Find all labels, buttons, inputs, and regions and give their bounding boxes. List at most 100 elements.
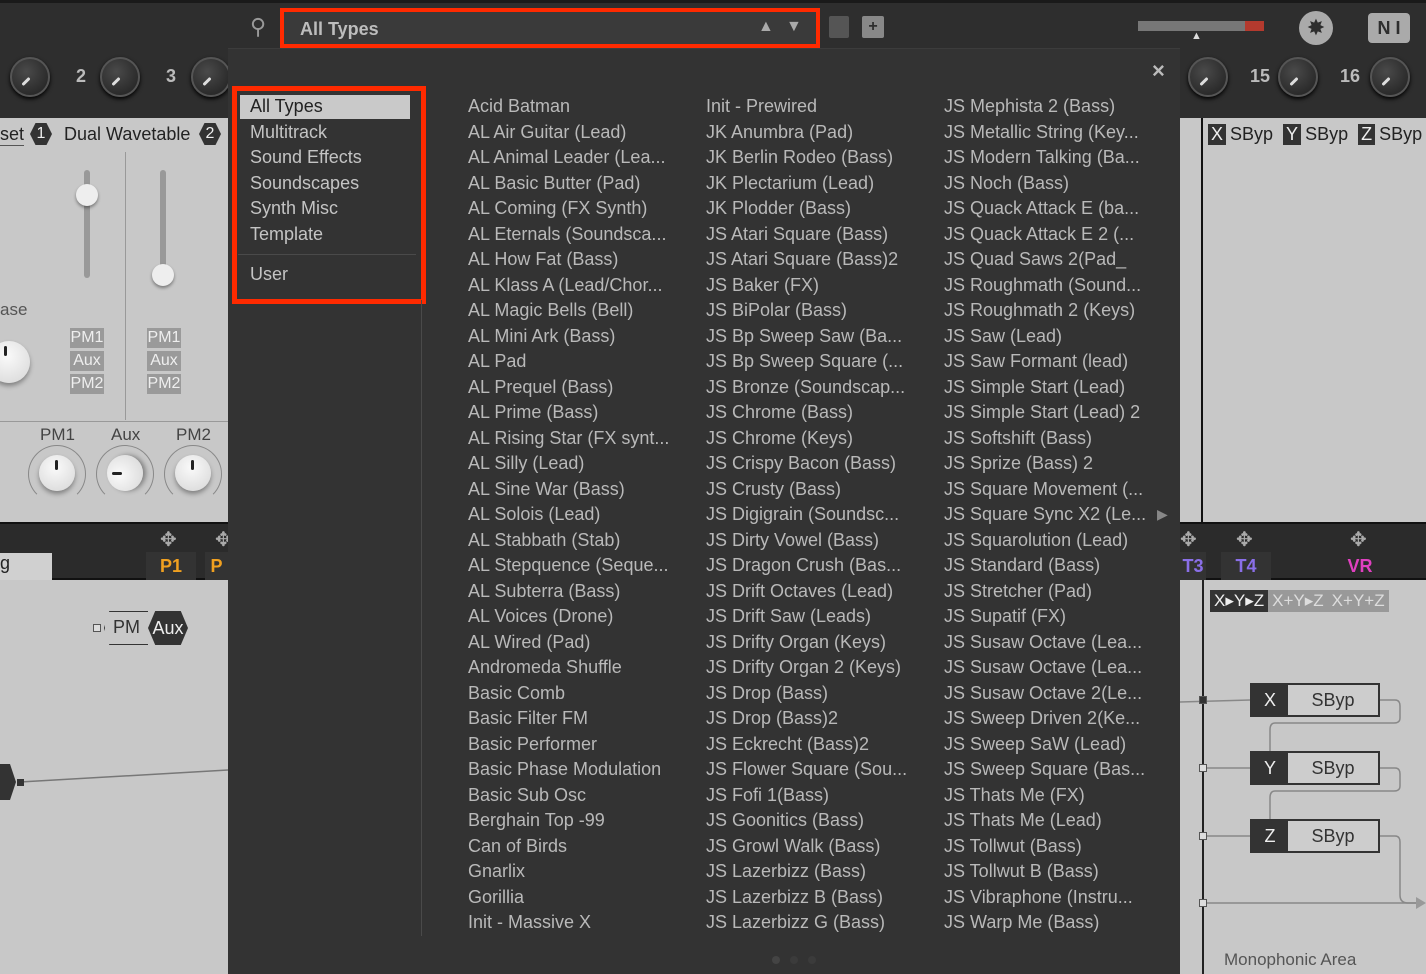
slot-vr[interactable]: VR	[1335, 552, 1385, 580]
preset-list-item[interactable]: AL Prequel (Bass)	[468, 377, 613, 398]
preset-list-item[interactable]: Basic Comb	[468, 683, 565, 704]
mod-tag-pm1[interactable]: PM1	[147, 328, 181, 348]
preset-list-item[interactable]: Berghain Top -99	[468, 810, 605, 831]
preset-list-item[interactable]: JS Softshift (Bass)	[944, 428, 1092, 449]
preset-list-item[interactable]: AL Subterra (Bass)	[468, 581, 620, 602]
preset-list-item[interactable]: JS Tollwut B (Bass)	[944, 861, 1099, 882]
mod-tag-pm2[interactable]: PM2	[70, 374, 104, 394]
preset-list-item[interactable]: JS Sweep SaW (Lead)	[944, 734, 1126, 755]
preset-list-item[interactable]: JS Metallic String (Key...	[944, 122, 1139, 143]
preset-list-item[interactable]: AL Pad	[468, 351, 526, 372]
preset-list-item[interactable]: Andromeda Shuffle	[468, 657, 622, 678]
preset-list-item[interactable]: JS Quack Attack E (ba...	[944, 198, 1139, 219]
preset-list-item[interactable]: JS Drifty Organ (Keys)	[706, 632, 886, 653]
ni-logo-icon[interactable]: N I	[1368, 13, 1410, 43]
preset-list-item[interactable]: AL Solois (Lead)	[468, 504, 600, 525]
preset-type-dropdown[interactable]: All Types ▲ ▼	[280, 8, 820, 48]
pm2-knob[interactable]	[175, 455, 211, 491]
preset-list-item[interactable]: JS Digigrain (Soundsc...	[706, 504, 899, 525]
preset-list-item[interactable]: JS Square Movement (...	[944, 479, 1143, 500]
category-item[interactable]: Sound Effects	[250, 147, 362, 168]
preset-list-item[interactable]: AL Voices (Drone)	[468, 606, 613, 627]
slider-track-2[interactable]	[160, 170, 166, 278]
preset-list-item[interactable]: JS Bronze (Soundscap...	[706, 377, 905, 398]
macro-knob-14[interactable]	[1188, 57, 1228, 97]
preset-list-item[interactable]: JS Atari Square (Bass)2	[706, 249, 898, 270]
preset-list-item[interactable]: JS Lazerbizz G (Bass)	[706, 912, 885, 933]
preset-list-item[interactable]: Basic Sub Osc	[468, 785, 586, 806]
preset-list-item[interactable]: JS Tollwut (Bass)	[944, 836, 1082, 857]
preset-list-item[interactable]: JK Plectarium (Lead)	[706, 173, 874, 194]
preset-list-item[interactable]: JS Susaw Octave (Lea...	[944, 657, 1142, 678]
preset-list-item[interactable]: JS Simple Start (Lead)	[944, 377, 1125, 398]
preset-list-item[interactable]: JS Eckrecht (Bass)2	[706, 734, 869, 755]
preset-list-item[interactable]: AL Magic Bells (Bell)	[468, 300, 633, 321]
category-item[interactable]: Soundscapes	[250, 173, 359, 194]
preset-list-item[interactable]: Acid Batman	[468, 96, 570, 117]
preset-list-item[interactable]: JS Chrome (Keys)	[706, 428, 853, 449]
preset-list-item[interactable]: JS Thats Me (Lead)	[944, 810, 1102, 831]
fx-slot-x[interactable]: X SByp	[1250, 683, 1380, 717]
close-icon[interactable]: ×	[1152, 58, 1165, 84]
preset-list-item[interactable]: JS Roughmath 2 (Keys)	[944, 300, 1135, 321]
preset-list-item[interactable]: JS Standard (Bass)	[944, 555, 1100, 576]
preset-list-item[interactable]: AL Animal Leader (Lea...	[468, 147, 665, 168]
category-item[interactable]: All Types	[250, 96, 323, 117]
insert-fx-header[interactable]: X SByp Y SByp Z SByp	[1208, 124, 1422, 145]
category-user[interactable]: User	[250, 264, 288, 285]
macro-knob-2[interactable]	[100, 57, 140, 97]
preset-list-item[interactable]: Init - Prewired	[706, 96, 817, 117]
mod-tag-aux[interactable]: Aux	[147, 351, 181, 371]
pm-aux-node[interactable]: PM Aux	[104, 611, 188, 645]
preset-list-item[interactable]: JS Fofi 1(Bass)	[706, 785, 829, 806]
preset-list-item[interactable]: JS Flower Square (Sou...	[706, 759, 907, 780]
preset-list-item[interactable]: JS Sweep Driven 2(Ke...	[944, 708, 1140, 729]
phase-knob[interactable]	[0, 341, 30, 383]
preset-list-item[interactable]: AL Prime (Bass)	[468, 402, 598, 423]
triangle-down-icon[interactable]: ▼	[786, 18, 802, 36]
preset-list-item[interactable]: JS Drift Saw (Leads)	[706, 606, 871, 627]
preset-list-item[interactable]: JS Dragon Crush (Bas...	[706, 555, 901, 576]
move-icon[interactable]: ✥	[1180, 527, 1197, 552]
preset-list-item[interactable]: JS Quad Saws 2(Pad_	[944, 249, 1126, 270]
category-item[interactable]: Multitrack	[250, 122, 327, 143]
preset-list-item[interactable]: JS Noch (Bass)	[944, 173, 1069, 194]
preset-list-item[interactable]: Basic Phase Modulation	[468, 759, 661, 780]
preset-list-item[interactable]: JS Square Sync X2 (Le...	[944, 504, 1146, 525]
port[interactable]	[93, 624, 101, 632]
massive-logo-icon[interactable]: ✸	[1299, 11, 1333, 45]
preset-list-item[interactable]: AL Air Guitar (Lead)	[468, 122, 626, 143]
preset-list-item[interactable]: AL Basic Butter (Pad)	[468, 173, 640, 194]
port[interactable]	[1199, 764, 1207, 772]
macro-knob-1[interactable]	[10, 57, 50, 97]
mod-tag-pm2[interactable]: PM2	[147, 374, 181, 394]
preset-list-item[interactable]: JS BiPolar (Bass)	[706, 300, 847, 321]
preset-list-item[interactable]: AL Klass A (Lead/Chor...	[468, 275, 662, 296]
category-item[interactable]: Synth Misc	[250, 198, 338, 219]
preset-list-item[interactable]: JK Plodder (Bass)	[706, 198, 851, 219]
save-icon[interactable]	[829, 16, 849, 38]
save-as-icon[interactable]: +	[862, 16, 884, 38]
port[interactable]	[1199, 696, 1207, 704]
mod-tag-aux[interactable]: Aux	[70, 351, 104, 371]
routing-mode-parallel[interactable]: X+Y+Z	[1327, 590, 1389, 612]
preset-list-item[interactable]: JS Saw (Lead)	[944, 326, 1062, 347]
move-icon[interactable]: ✥	[1350, 527, 1367, 552]
preset-list-item[interactable]: JS Lazerbizz (Bass)	[706, 861, 866, 882]
preset-list-item[interactable]: JK Berlin Rodeo (Bass)	[706, 147, 893, 168]
macro-knob-3[interactable]	[191, 57, 231, 97]
preset-list-item[interactable]: JS Dirty Vowel (Bass)	[706, 530, 879, 551]
preset-list-item[interactable]: JS Simple Start (Lead) 2	[944, 402, 1140, 423]
preset-list-item[interactable]: AL Stabbath (Stab)	[468, 530, 620, 551]
preset-list-item[interactable]: JS Susaw Octave (Lea...	[944, 632, 1142, 653]
preset-list-item[interactable]: Gorillia	[468, 887, 524, 908]
preset-list-item[interactable]: AL Rising Star (FX synt...	[468, 428, 669, 449]
preset-list-item[interactable]: JS Saw Formant (lead)	[944, 351, 1128, 372]
preset-list-item[interactable]: Basic Performer	[468, 734, 597, 755]
fx-slot-y[interactable]: Y SByp	[1250, 751, 1380, 785]
preset-list-item[interactable]: JS Mephista 2 (Bass)	[944, 96, 1115, 117]
move-icon[interactable]: ✥	[1236, 527, 1253, 552]
preset-list-item[interactable]: JK Anumbra (Pad)	[706, 122, 853, 143]
next-page-arrow-icon[interactable]: ▶	[1157, 506, 1168, 523]
preset-list-item[interactable]: JS Susaw Octave 2(Le...	[944, 683, 1142, 704]
